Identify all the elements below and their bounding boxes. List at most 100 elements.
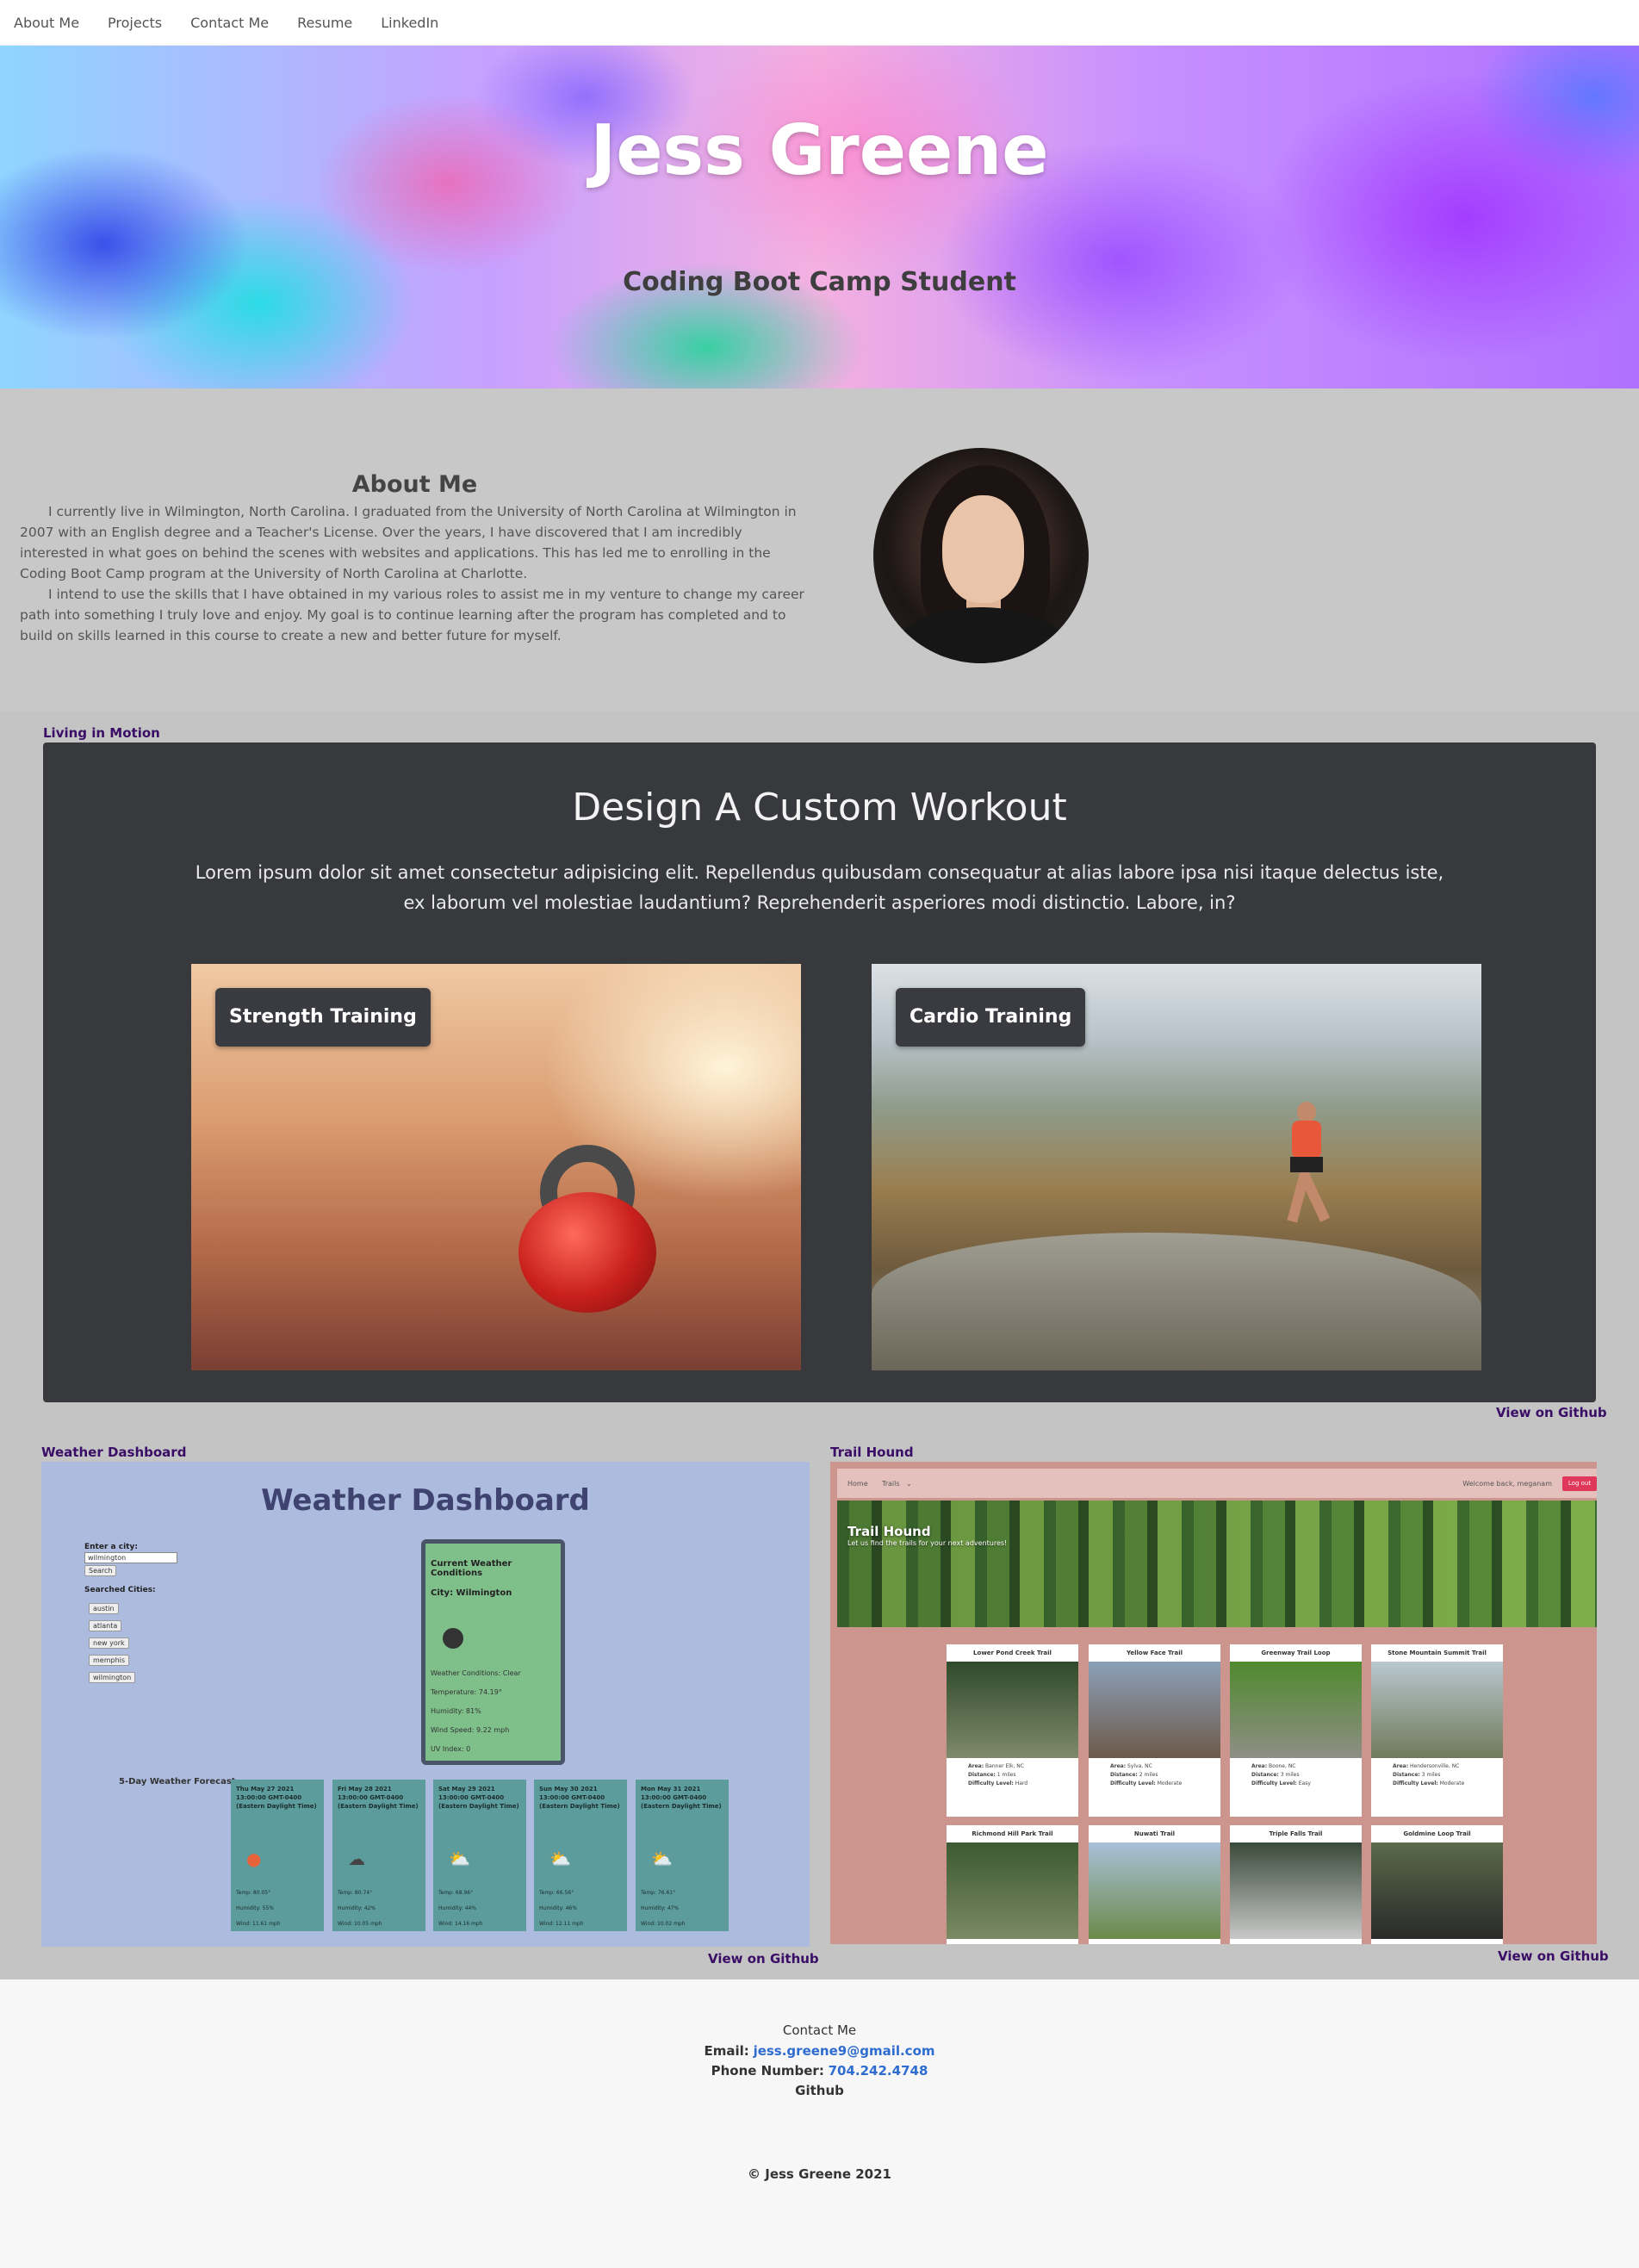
github-footer-link[interactable]: Github <box>795 2083 844 2098</box>
trail-card[interactable]: Greenway Trail Loop Area: Boone, NC Distan… <box>1230 1644 1362 1817</box>
trail-hero-subtitle: Let us find the trails for your next adv… <box>847 1539 1008 1547</box>
city-button[interactable]: new york <box>89 1637 129 1649</box>
profile-photo <box>873 448 1089 663</box>
contact-email-line: Email: jess.greene9@gmail.com <box>0 2043 1639 2059</box>
chevron-down-icon: ⌄ <box>906 1480 912 1488</box>
trail-card[interactable]: Goldmine Loop Trail <box>1371 1825 1503 1944</box>
city-button[interactable]: memphis <box>89 1655 130 1666</box>
project-link-trail-hound[interactable]: Trail Hound <box>830 1445 914 1460</box>
trail-card-title: Lower Pond Creek Trail <box>973 1650 1052 1656</box>
trail-nav-trails[interactable]: Trails <box>882 1480 900 1488</box>
trail-card-area: Area: Banner Elk, NC <box>968 1763 1024 1769</box>
trail-card[interactable]: Yellow Face Trail Area: Sylva, NC Distance… <box>1089 1644 1220 1817</box>
trail-card-title: Goldmine Loop Trail <box>1403 1830 1471 1837</box>
trail-card-distance: Distance: 1 miles <box>968 1772 1016 1778</box>
forecast-temp: Temp: 80.05° <box>236 1890 271 1896</box>
nav-link-contact[interactable]: Contact Me <box>190 15 269 31</box>
forecast-temp: Temp: 66.56° <box>539 1890 574 1896</box>
workout-project-screenshot[interactable]: Design A Custom Workout Lorem ipsum dolo… <box>43 743 1596 1402</box>
cloud-icon: ☁ <box>348 1849 365 1869</box>
profile-photo-body <box>891 607 1071 663</box>
forecast-humidity: Humidity: 55% <box>236 1905 275 1911</box>
strength-training-badge: Strength Training <box>215 988 431 1047</box>
forecast-label: 5-Day Weather Forecast <box>119 1777 236 1786</box>
current-weather-value: UV Index: 0 <box>431 1745 471 1753</box>
trail-github-link[interactable]: View on Github <box>1498 1948 1609 1964</box>
logout-button[interactable]: Log out <box>1562 1476 1597 1491</box>
forecast-card: Sat May 29 2021 13:00:00 GMT-0400 (Easte… <box>433 1780 526 1931</box>
runner-shirt <box>1292 1121 1321 1159</box>
forecast-date: Fri May 28 2021 13:00:00 GMT-0400 (Easte… <box>338 1786 419 1810</box>
forecast-date: Thu May 27 2021 13:00:00 GMT-0400 (Easte… <box>236 1786 317 1810</box>
trail-card[interactable]: Lower Pond Creek Trail Area: Banner Elk, … <box>947 1644 1078 1817</box>
nav-link-projects[interactable]: Projects <box>108 15 162 31</box>
cardio-training-card: Cardio Training <box>872 964 1481 1370</box>
copyright-line: © Jess Greene 2021 <box>0 2166 1639 2182</box>
current-weather-title: Current Weather Conditions <box>431 1559 512 1578</box>
current-weather-value: Wind Speed: 9.22 mph <box>431 1726 510 1734</box>
forecast-wind: Wind: 10.05 mph <box>338 1921 382 1927</box>
trail-card-distance: Distance: 2 miles <box>1110 1772 1158 1778</box>
trail-card-image <box>947 1842 1078 1939</box>
city-input[interactable]: wilmington <box>84 1552 177 1563</box>
copyright: © Jess Greene 2021 <box>748 2166 891 2182</box>
phone-label: Phone Number: <box>711 2063 824 2078</box>
kettlebell-image <box>518 1145 656 1313</box>
nav-link-linkedin[interactable]: LinkedIn <box>381 15 438 31</box>
trail-card-image <box>1089 1842 1220 1939</box>
sun-icon: ● <box>246 1849 262 1869</box>
rocks-image <box>872 1233 1481 1370</box>
contact-title: Contact Me <box>782 2023 857 2038</box>
trail-card-difficulty: Difficulty Level: Moderate <box>1110 1780 1183 1786</box>
trail-hero-title: Trail Hound <box>847 1524 931 1539</box>
footer: Contact Me Email: jess.greene9@gmail.com… <box>0 1979 1639 2268</box>
about-section: About Me I currently live in Wilmington,… <box>0 388 1639 711</box>
weather-title: Weather Dashboard <box>261 1483 590 1518</box>
current-weather-value: Humidity: 81% <box>431 1707 481 1715</box>
city-button[interactable]: austin <box>89 1603 119 1614</box>
trail-card-image <box>947 1662 1078 1758</box>
trail-card-difficulty: Difficulty Level: Hard <box>968 1780 1028 1786</box>
phone-link[interactable]: 704.242.4748 <box>829 2063 928 2078</box>
top-nav: About Me Projects Contact Me Resume Link… <box>0 0 1639 46</box>
trail-card-difficulty: Difficulty Level: Easy <box>1251 1780 1311 1786</box>
trail-nav-home[interactable]: Home <box>847 1480 868 1488</box>
forecast-card: Sun May 30 2021 13:00:00 GMT-0400 (Easte… <box>534 1780 627 1931</box>
nav-link-resume[interactable]: Resume <box>297 15 352 31</box>
current-weather-panel: Current Weather Conditions City: Wilming… <box>421 1539 565 1765</box>
forecast-date: Sat May 29 2021 13:00:00 GMT-0400 (Easte… <box>438 1786 519 1810</box>
project-link-weather-dashboard[interactable]: Weather Dashboard <box>41 1445 186 1460</box>
forecast-wind: Wind: 12.11 mph <box>539 1921 584 1927</box>
trail-card[interactable]: Richmond Hill Park Trail <box>947 1825 1078 1944</box>
city-button[interactable]: wilmington <box>89 1672 136 1683</box>
workout-github-link[interactable]: View on Github <box>1496 1405 1607 1420</box>
strength-training-card: Strength Training <box>191 964 801 1370</box>
city-button[interactable]: atlanta <box>89 1620 122 1631</box>
forecast-wind: Wind: 10.02 mph <box>641 1921 686 1927</box>
trail-card-title: Richmond Hill Park Trail <box>972 1830 1053 1837</box>
forecast-temp: Temp: 80.74° <box>338 1890 373 1896</box>
weather-github-link[interactable]: View on Github <box>708 1951 819 1967</box>
forecast-wind: Wind: 11.61 mph <box>236 1921 281 1927</box>
nav-link-about[interactable]: About Me <box>14 15 79 31</box>
cardio-training-badge: Cardio Training <box>896 988 1086 1047</box>
email-link[interactable]: jess.greene9@gmail.com <box>754 2043 935 2059</box>
trail-card[interactable]: Triple Falls Trail <box>1230 1825 1362 1944</box>
hero-banner: Jess Greene Coding Boot Camp Student <box>0 46 1639 388</box>
project-link-living-in-motion[interactable]: Living in Motion <box>43 725 160 741</box>
weather-project-screenshot[interactable]: Weather Dashboard Enter a city: wilmingt… <box>41 1462 810 1947</box>
trail-project-screenshot[interactable]: Home Trails ⌄ Welcome back, meganam Log … <box>830 1462 1597 1944</box>
partly-cloudy-icon: ⛅ <box>651 1849 673 1869</box>
search-button[interactable]: Search <box>84 1565 117 1576</box>
forecast-temp: Temp: 76.61° <box>641 1890 676 1896</box>
profile-photo-face <box>942 495 1024 603</box>
current-weather-city: City: Wilmington <box>431 1588 512 1598</box>
trail-card-area: Area: Sylva, NC <box>1110 1763 1152 1769</box>
trail-card[interactable]: Stone Mountain Summit Trail Area: Henders… <box>1371 1644 1503 1817</box>
trail-card[interactable]: Nuwati Trail <box>1089 1825 1220 1944</box>
hero-subtitle: Coding Boot Camp Student <box>623 267 1016 297</box>
searched-cities-label: Searched Cities: <box>84 1586 156 1594</box>
forecast-wind: Wind: 14.16 mph <box>438 1921 483 1927</box>
partly-cloudy-icon: ⛅ <box>449 1849 470 1869</box>
forecast-card: Thu May 27 2021 13:00:00 GMT-0400 (Easte… <box>231 1780 324 1931</box>
